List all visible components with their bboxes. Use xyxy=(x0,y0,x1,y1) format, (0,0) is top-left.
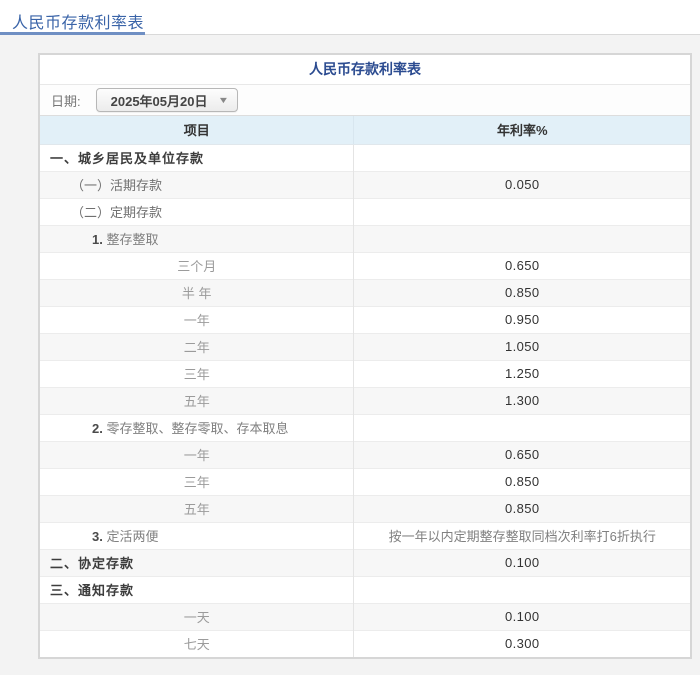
table-row: 七天0.300 xyxy=(40,630,690,657)
table-row: 三个月0.650 xyxy=(40,252,690,279)
row-value: 1.250 xyxy=(354,360,690,387)
row-value: 按一年以内定期整存整取同档次利率打6折执行 xyxy=(354,522,690,549)
row-value xyxy=(354,144,690,171)
row-label: 二年 xyxy=(40,333,354,360)
row-value: 0.300 xyxy=(354,630,690,657)
chevron-down-icon: ▼ xyxy=(218,95,230,105)
row-label: 一年 xyxy=(40,306,354,333)
row-value: 0.650 xyxy=(354,252,690,279)
date-select[interactable]: 2025年05月20日 ▼ xyxy=(96,88,239,112)
row-value xyxy=(354,198,690,225)
row-value: 0.850 xyxy=(354,468,690,495)
date-filter-row: 日期: 2025年05月20日 ▼ xyxy=(40,85,690,116)
date-label: 日期: xyxy=(51,91,81,110)
row-label: （二）定期存款 xyxy=(40,198,354,225)
row-label: 五年 xyxy=(40,387,354,414)
table-row: 一年0.650 xyxy=(40,441,690,468)
table-row: （二）定期存款 xyxy=(40,198,690,225)
row-value: 0.950 xyxy=(354,306,690,333)
row-value xyxy=(354,414,690,441)
row-label: 一天 xyxy=(40,603,354,630)
column-header-rate: 年利率% xyxy=(354,116,690,144)
table-header-row: 项目 年利率% xyxy=(40,116,690,144)
row-label: 二、协定存款 xyxy=(40,549,354,576)
row-value: 1.050 xyxy=(354,333,690,360)
row-value: 0.100 xyxy=(354,603,690,630)
row-label: （一）活期存款 xyxy=(40,171,354,198)
table-row: 一年0.950 xyxy=(40,306,690,333)
row-value: 0.850 xyxy=(354,495,690,522)
table-row: 半 年0.850 xyxy=(40,279,690,306)
date-select-value: 2025年05月20日 xyxy=(111,91,208,110)
row-value: 0.050 xyxy=(354,171,690,198)
table-row: 二、协定存款0.100 xyxy=(40,549,690,576)
table-row: 一天0.100 xyxy=(40,603,690,630)
table-row: （一）活期存款0.050 xyxy=(40,171,690,198)
row-label: 五年 xyxy=(40,495,354,522)
row-label: 三年 xyxy=(40,468,354,495)
table-row: 3. 定活两便按一年以内定期整存整取同档次利率打6折执行 xyxy=(40,522,690,549)
table-row: 五年0.850 xyxy=(40,495,690,522)
table-row: 三年1.250 xyxy=(40,360,690,387)
row-label: 一年 xyxy=(40,441,354,468)
row-label: 三、通知存款 xyxy=(40,576,354,603)
column-header-item: 项目 xyxy=(40,116,354,144)
rate-table: 项目 年利率% 一、城乡居民及单位存款（一）活期存款0.050（二）定期存款1.… xyxy=(40,116,690,657)
active-tab-indicator xyxy=(0,32,145,35)
row-label: 3. 定活两便 xyxy=(40,522,354,549)
row-value xyxy=(354,576,690,603)
row-label: 2. 零存整取、整存零取、存本取息 xyxy=(40,414,354,441)
row-value: 0.650 xyxy=(354,441,690,468)
table-row: 二年1.050 xyxy=(40,333,690,360)
page-title: 人民币存款利率表 xyxy=(0,0,700,33)
table-row: 一、城乡居民及单位存款 xyxy=(40,144,690,171)
table-row: 五年1.300 xyxy=(40,387,690,414)
row-label: 一、城乡居民及单位存款 xyxy=(40,144,354,171)
page-header: 人民币存款利率表 xyxy=(0,0,700,35)
table-title: 人民币存款利率表 xyxy=(40,55,690,85)
table-row: 1. 整存整取 xyxy=(40,225,690,252)
rate-table-body: 一、城乡居民及单位存款（一）活期存款0.050（二）定期存款1. 整存整取三个月… xyxy=(40,144,690,657)
row-value: 0.100 xyxy=(354,549,690,576)
table-row: 三年0.850 xyxy=(40,468,690,495)
row-label: 七天 xyxy=(40,630,354,657)
rate-panel: 人民币存款利率表 日期: 2025年05月20日 ▼ 项目 年利率% 一、城乡居… xyxy=(38,53,692,659)
table-row: 2. 零存整取、整存零取、存本取息 xyxy=(40,414,690,441)
row-value: 0.850 xyxy=(354,279,690,306)
row-label: 1. 整存整取 xyxy=(40,225,354,252)
row-label: 三年 xyxy=(40,360,354,387)
row-label: 半 年 xyxy=(40,279,354,306)
row-value xyxy=(354,225,690,252)
row-label: 三个月 xyxy=(40,252,354,279)
row-value: 1.300 xyxy=(354,387,690,414)
table-row: 三、通知存款 xyxy=(40,576,690,603)
